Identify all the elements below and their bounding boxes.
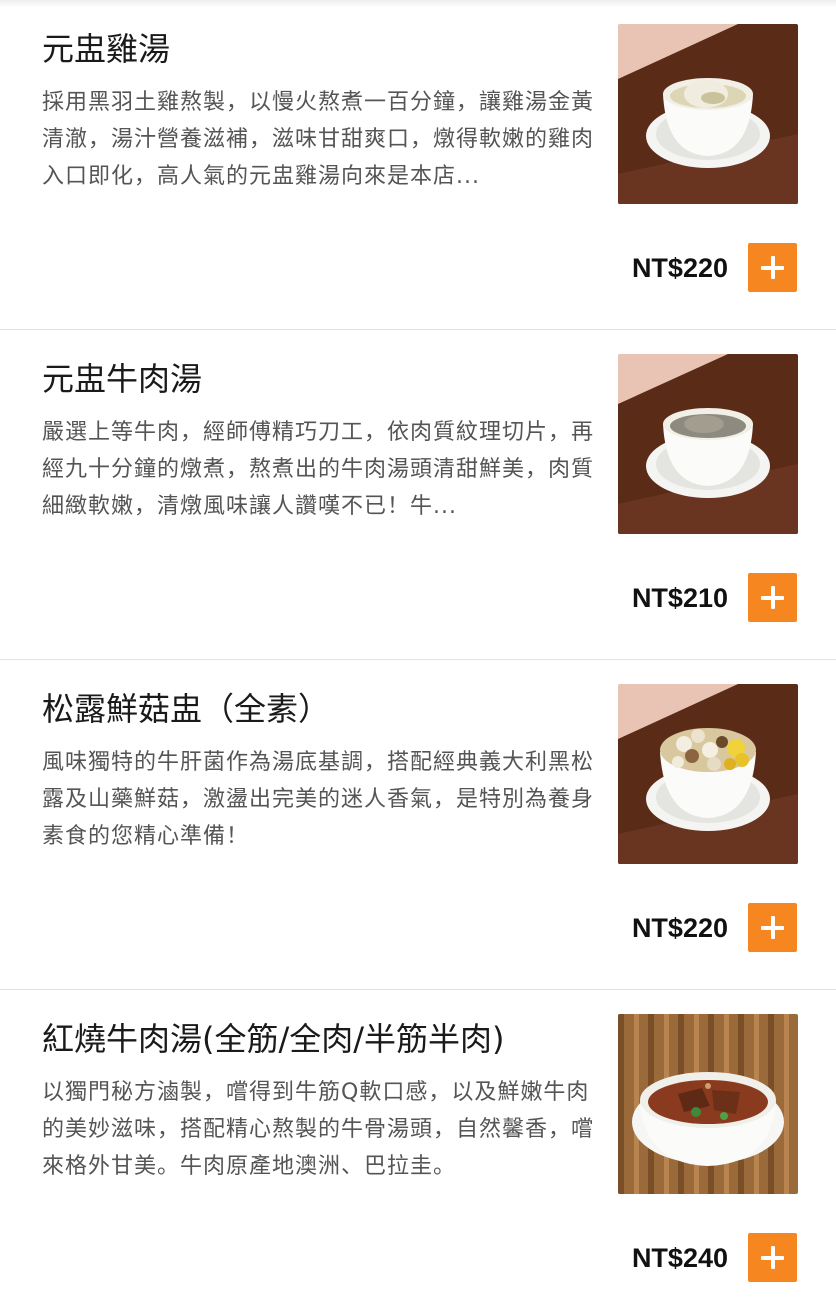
add-to-cart-button[interactable] <box>748 1233 797 1282</box>
chicken-soup-photo[interactable] <box>618 24 798 204</box>
menu-item-braised-beef-soup[interactable]: 紅燒牛肉湯(全筋/全肉/半筋半肉) 以獨門秘方滷製，嚐得到牛筋Q軟口感，以及鮮嫩… <box>0 990 836 1302</box>
item-description: 風味獨特的牛肝菌作為湯底基調，搭配經典義大利黑松露及山藥鮮菇，激盪出完美的迷人香… <box>42 750 595 849</box>
item-name: 紅燒牛肉湯(全筋/全肉/半筋半肉) <box>42 1020 505 1058</box>
plus-icon-vertical <box>771 1246 775 1269</box>
menu-item-chicken-soup[interactable]: 元盅雞湯 採用黑羽土雞熬製，以慢火熬煮一百分鐘，讓雞湯金黃清澈，湯汁營養滋補，滋… <box>0 0 836 330</box>
menu-list: 元盅雞湯 採用黑羽土雞熬製，以慢火熬煮一百分鐘，讓雞湯金黃清澈，湯汁營養滋補，滋… <box>0 0 836 1302</box>
item-description: 採用黑羽土雞熬製，以慢火熬煮一百分鐘，讓雞湯金黃清澈，湯汁營養滋補，滋味甘甜爽口… <box>42 90 595 189</box>
item-description: 嚴選上等牛肉，經師傅精巧刀工，依肉質紋理切片，再經九十分鐘的燉煮，熬煮出的牛肉湯… <box>42 420 595 519</box>
item-description: 以獨門秘方滷製，嚐得到牛筋Q軟口感，以及鮮嫩牛肉的美妙滋味，搭配精心熬製的牛骨湯… <box>42 1080 595 1179</box>
menu-item-mushroom-soup[interactable]: 松露鮮菇盅（全素） 風味獨特的牛肝菌作為湯底基調，搭配經典義大利黑松露及山藥鮮菇… <box>0 660 836 990</box>
braised-beef-soup-photo[interactable] <box>618 1014 798 1194</box>
add-to-cart-button[interactable] <box>748 573 797 622</box>
item-price: NT$240 <box>631 1243 728 1273</box>
plus-icon-vertical <box>771 916 775 939</box>
item-name: 元盅牛肉湯 <box>42 360 203 398</box>
item-name: 元盅雞湯 <box>42 30 171 68</box>
add-to-cart-button[interactable] <box>748 243 797 292</box>
plus-icon-vertical <box>771 256 775 279</box>
mushroom-soup-photo[interactable] <box>618 684 798 864</box>
menu-item-beef-soup[interactable]: 元盅牛肉湯 嚴選上等牛肉，經師傅精巧刀工，依肉質紋理切片，再經九十分鐘的燉煮，熬… <box>0 330 836 660</box>
beef-soup-photo[interactable] <box>618 354 798 534</box>
plus-icon-vertical <box>771 586 775 609</box>
item-price: NT$220 <box>631 913 728 943</box>
item-name: 松露鮮菇盅（全素） <box>42 690 331 728</box>
item-price: NT$220 <box>631 253 728 283</box>
add-to-cart-button[interactable] <box>748 903 797 952</box>
item-price: NT$210 <box>631 583 728 613</box>
